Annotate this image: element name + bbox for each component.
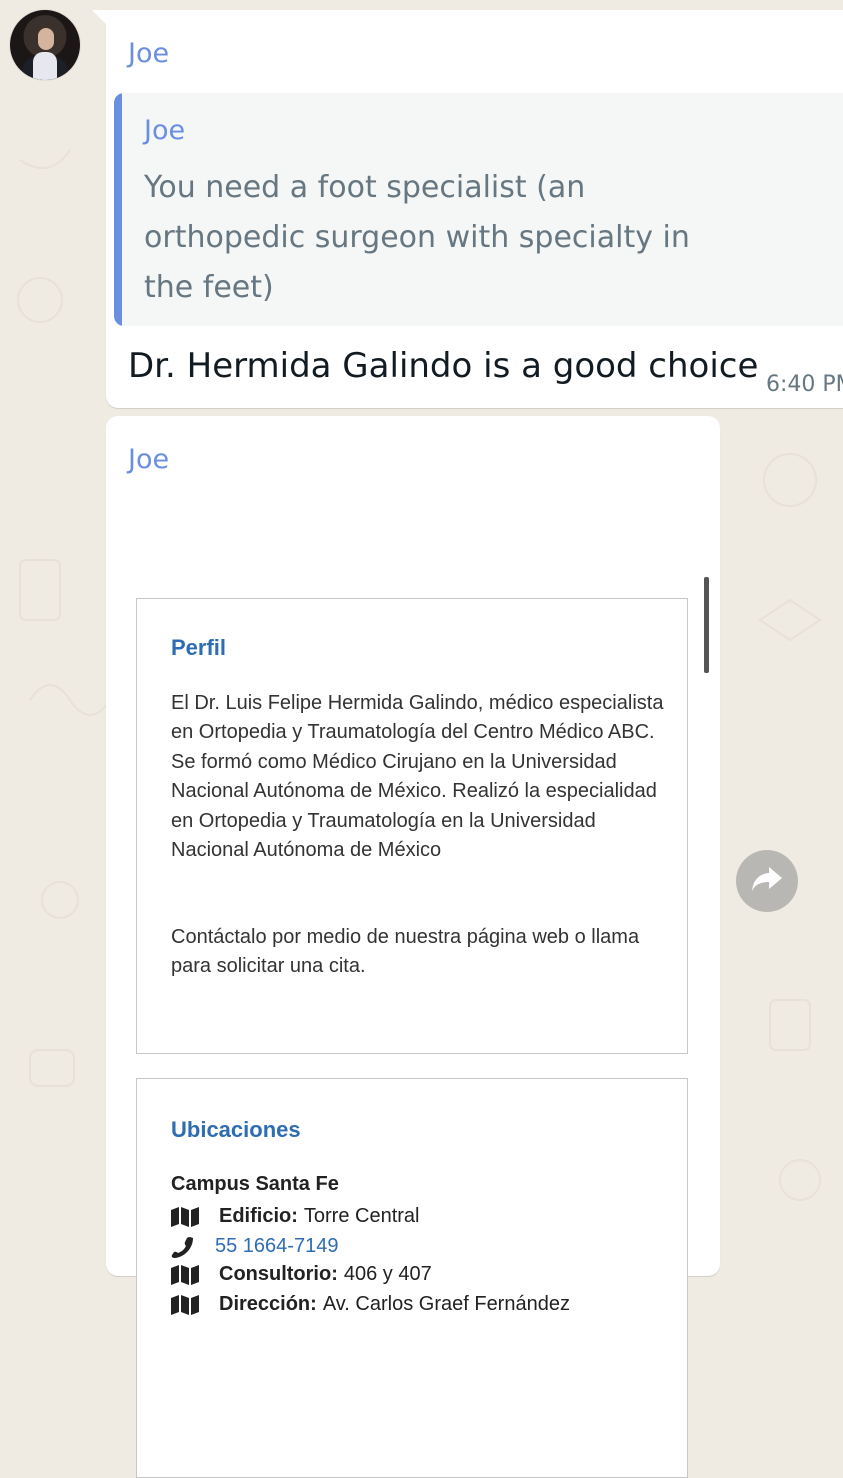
profile-paragraph: El Dr. Luis Felipe Hermida Galindo, médi… [171,692,664,862]
scrollbar-thumb [704,577,709,673]
map-icon [171,1264,203,1286]
map-icon [171,1206,203,1228]
office-value: 406 y 407 [343,1263,432,1285]
locations-card: Ubicaciones Campus Santa Fe Edificio: To… [136,1078,688,1478]
message-timestamp: 6:40 PM [766,372,843,397]
sender-name[interactable]: Joe [128,444,169,475]
quoted-text: You need a foot specialist (an orthopedi… [144,170,690,305]
phone-link[interactable]: 55 1664-7149 [215,1235,338,1258]
profile-card: Perfil El Dr. Luis Felipe Hermida Galind… [136,598,688,1054]
building-label: Edificio: [219,1205,298,1227]
quoted-sender-name: Joe [144,115,186,146]
sender-avatar[interactable] [10,10,80,80]
message-text: Dr. Hermida Galindo is a good choice [128,346,759,386]
phone-row: 55 1664-7149 [171,1235,338,1258]
map-icon [171,1294,203,1316]
sender-name[interactable]: Joe [128,38,169,69]
forward-button[interactable] [736,850,798,912]
building-value: Torre Central [303,1205,420,1227]
forward-icon [751,865,783,897]
quoted-message[interactable]: Joe You need a foot specialist (an ortho… [114,93,843,326]
locations-heading: Ubicaciones [171,1117,301,1142]
phone-icon [171,1236,203,1258]
office-row: Consultorio: 406 y 407 [171,1263,432,1286]
building-row: Edificio: Torre Central [171,1205,420,1228]
quote-accent-bar [114,93,122,326]
campus-name: Campus Santa Fe [171,1173,339,1195]
address-label: Dirección: [219,1293,317,1315]
address-value: Av. Carlos Graef Fernández [322,1293,570,1315]
address-row: Dirección: Av. Carlos Graef Fernández [171,1293,570,1316]
contact-paragraph: Contáctalo por medio de nuestra página w… [171,926,640,978]
profile-heading: Perfil [171,635,227,660]
message-bubble-reply[interactable]: Joe Joe You need a foot specialist (an o… [92,10,843,408]
office-label: Consultorio: [219,1263,338,1285]
message-bubble-image[interactable]: Joe Perfil El Dr. Luis Felipe Hermida Ga… [106,416,720,1478]
shared-screenshot-image[interactable]: Perfil El Dr. Luis Felipe Hermida Galind… [106,496,720,1478]
